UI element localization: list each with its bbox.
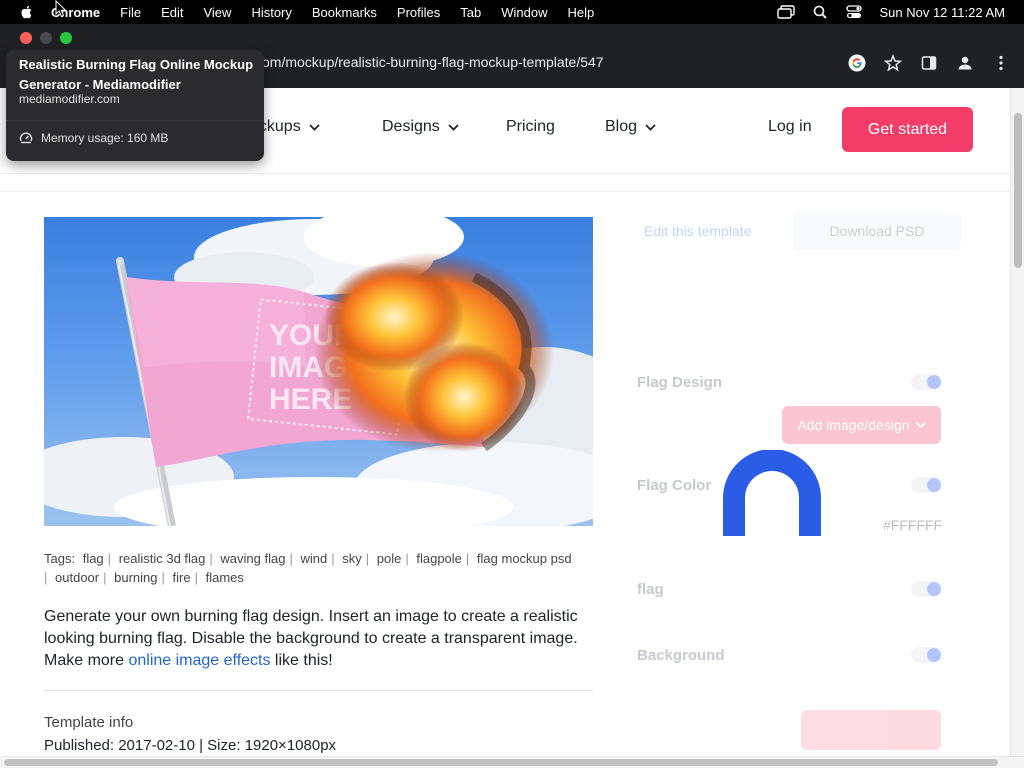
menu-view[interactable]: View [203,5,231,20]
add-image-design-label: Add image/design [797,417,910,433]
spotlight-search-icon[interactable] [811,4,829,20]
flag-design-label: Flag Design [637,374,723,391]
menubar-clock[interactable]: Sun Nov 12 11:22 AM [879,5,1005,20]
header-subbar [0,174,1010,192]
menu-help[interactable]: Help [568,5,595,20]
download-psd-button[interactable]: Download PSD [793,212,961,250]
flag-design-toggle[interactable] [911,374,941,390]
get-started-button[interactable]: Get started [842,107,973,152]
chrome-menu-icon[interactable] [990,52,1012,74]
tags-list: Tags: flag | realistic 3d flag | waving fl… [44,551,572,585]
tab-hover-title: Realistic Burning Flag Online Mockup Gen… [19,57,254,92]
divider [44,690,593,691]
google-icon[interactable] [846,52,868,74]
horizontal-scrollbar[interactable] [0,756,1024,768]
tag-link[interactable]: realistic 3d flag [119,551,206,566]
nav-designs-label: Designs [382,118,440,135]
flag-mockup-preview-image[interactable]: YOUR IMAGE HERE [44,217,593,526]
control-center-icon[interactable] [845,4,863,20]
vertical-scrollbar[interactable] [1010,88,1024,756]
background-label: Background [637,647,725,664]
tag-link[interactable]: flag [83,551,104,566]
bookmark-star-icon[interactable] [882,52,904,74]
memory-usage: Memory usage: 160 MB [19,131,168,145]
nav-blog[interactable]: Blog [605,118,656,136]
menu-window[interactable]: Window [501,5,547,20]
description-tail: like this! [270,652,333,669]
tag-link[interactable]: flames [206,570,244,585]
tab-hover-card: Realistic Burning Flag Online Mockup Gen… [6,50,264,161]
background-toggle[interactable] [911,647,941,663]
menu-history[interactable]: History [251,5,291,20]
zoom-window-button[interactable] [60,32,72,44]
tag-link[interactable]: fire [173,570,191,585]
burning-flag-illustration: YOUR IMAGE HERE [44,217,593,526]
chevron-down-icon [915,422,926,428]
template-info-heading: Template info [44,714,134,731]
edit-template-button[interactable]: Edit this template [644,223,751,239]
nav-blog-label: Blog [605,118,638,135]
loading-spinner-icon [723,450,821,536]
chevron-down-icon [448,123,459,131]
nav-pricing-label: Pricing [506,118,555,135]
window-controls [20,32,72,44]
flag-color-label: Flag Color [637,477,712,494]
menu-bookmarks[interactable]: Bookmarks [312,5,377,20]
flag-color-hex[interactable]: #FFFFFF [883,517,942,533]
flag-color-toggle[interactable] [911,477,941,493]
gauge-icon [19,132,33,144]
chevron-down-icon [645,123,656,131]
online-image-effects-link[interactable]: online image effects [128,652,270,669]
menu-profiles[interactable]: Profiles [397,5,440,20]
tags-label: Tags: [44,551,76,566]
web-page: ockups Designs Pricing Blog Log in Get s… [0,88,1024,768]
minimize-window-button[interactable] [40,32,52,44]
published-size-info: Published: 2017-02-10 | Size: 1920×1080p… [44,737,337,754]
tag-link[interactable]: burning [114,570,157,585]
add-image-design-button[interactable]: Add image/design [782,406,941,444]
chevron-down-icon [309,123,320,131]
tag-link[interactable]: flag mockup psd [477,551,572,566]
tag-link[interactable]: outdoor [55,570,99,585]
tag-link[interactable]: flagpole [416,551,462,566]
memory-usage-text: Memory usage: 160 MB [41,131,169,145]
close-window-button[interactable] [20,32,32,44]
nav-designs[interactable]: Designs [382,118,459,136]
tag-link[interactable]: pole [377,551,402,566]
screen-mirroring-icon[interactable] [777,4,796,20]
horizontal-scrollbar-thumb[interactable] [4,759,998,766]
flag-layer-toggle[interactable] [911,581,941,597]
tag-link[interactable]: sky [342,551,362,566]
nav-pricing[interactable]: Pricing [506,118,555,136]
login-link[interactable]: Log in [768,118,812,136]
menu-edit[interactable]: Edit [161,5,183,20]
profile-icon[interactable] [954,52,976,74]
address-bar-url[interactable]: om/mockup/realistic-burning-flag-mockup-… [262,54,604,70]
flag-layer-label: flag [637,581,664,598]
mouse-cursor-icon [55,0,67,18]
divider [6,120,264,121]
side-panel-icon[interactable] [918,52,940,74]
tag-link[interactable]: wind [300,551,327,566]
tab-hover-domain: mediamodifier.com [19,92,120,106]
generate-button[interactable] [801,710,941,750]
vertical-scrollbar-thumb[interactable] [1014,113,1022,268]
apple-icon[interactable] [19,4,35,20]
template-description: Generate your own burning flag design. I… [44,606,596,672]
tag-link[interactable]: waving flag [220,551,285,566]
menu-tab[interactable]: Tab [460,5,481,20]
menubar: Chrome File Edit View History Bookmarks … [0,0,1024,24]
menu-file[interactable]: File [120,5,141,20]
